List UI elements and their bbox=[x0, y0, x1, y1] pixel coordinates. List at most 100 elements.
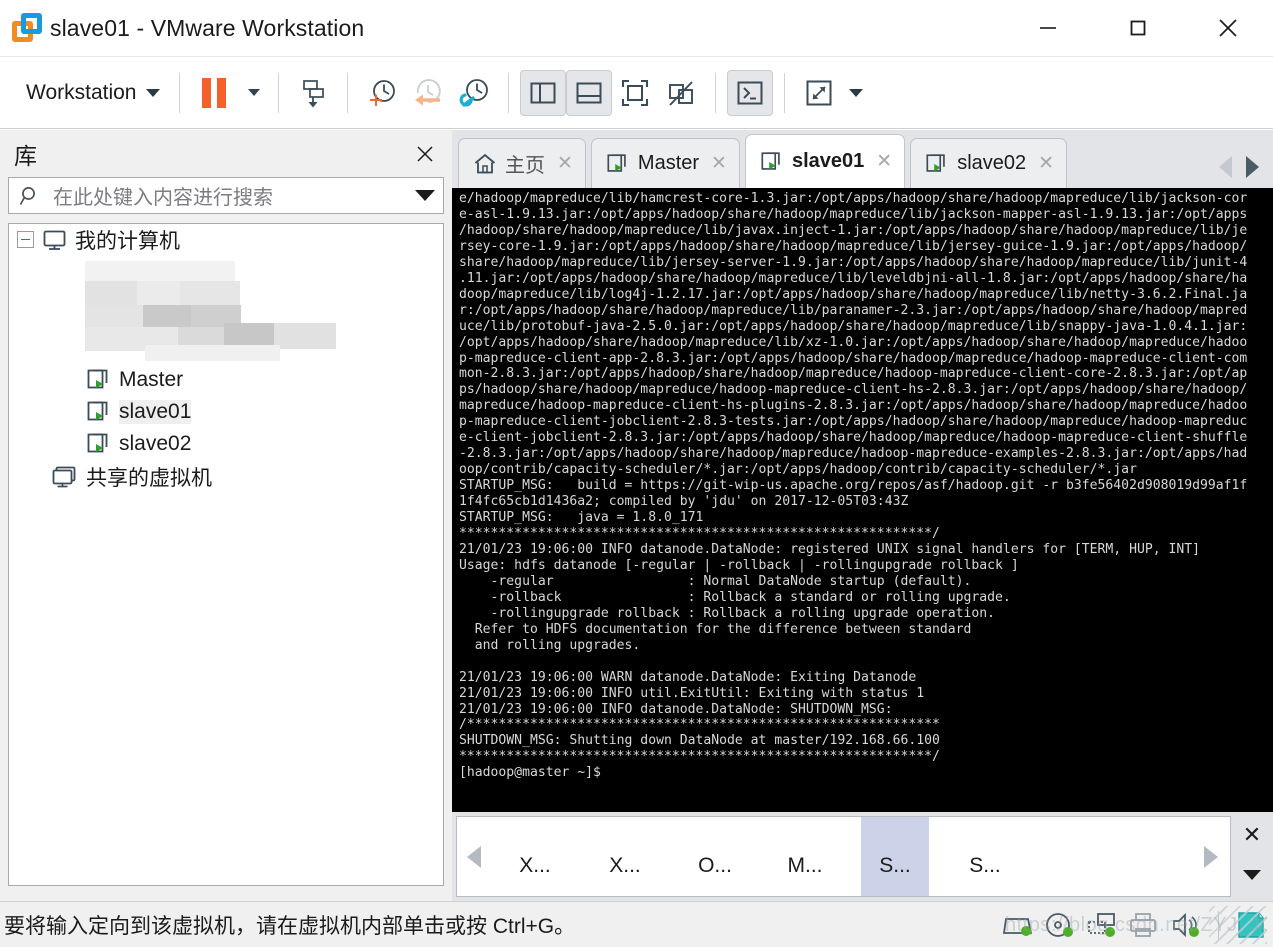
sidebar-item-master[interactable]: Master bbox=[9, 364, 443, 396]
close-icon[interactable]: ✕ bbox=[1243, 822, 1261, 848]
tab-master[interactable]: Master ✕ bbox=[590, 138, 740, 188]
send-ctrl-alt-del-button[interactable] bbox=[290, 70, 336, 116]
sound-card-status-icon[interactable] bbox=[1170, 911, 1202, 939]
panel-left-icon bbox=[530, 82, 555, 103]
tab-label: Master bbox=[637, 152, 700, 174]
close-icon[interactable]: ✕ bbox=[711, 152, 727, 175]
toolbar-divider bbox=[178, 72, 180, 113]
main-toolbar: Workstation bbox=[0, 57, 1273, 129]
collapse-minus-icon[interactable] bbox=[17, 231, 34, 248]
thumbnail-bar-controls: ✕ bbox=[1231, 812, 1273, 901]
tab-slave02[interactable]: slave02 ✕ bbox=[910, 138, 1068, 188]
close-icon[interactable]: ✕ bbox=[557, 152, 573, 175]
thumbnail-item[interactable]: M... bbox=[771, 817, 839, 896]
take-snapshot-button[interactable] bbox=[359, 70, 405, 116]
sidebar-item-slave02[interactable]: slave02 bbox=[9, 428, 443, 460]
console-view-button[interactable] bbox=[726, 69, 773, 116]
terminal-output: e/hadoop/mapreduce/lib/hamcrest-core-1.3… bbox=[459, 191, 1248, 781]
manage-snapshots-button[interactable] bbox=[451, 70, 497, 116]
triangle-right-icon[interactable] bbox=[1204, 845, 1218, 868]
maximize-button[interactable] bbox=[1093, 0, 1183, 57]
stretch-guest-button[interactable] bbox=[796, 70, 842, 116]
sidebar-item-label: 共享的虚拟机 bbox=[86, 467, 212, 490]
thumbnail-item[interactable]: S... bbox=[951, 817, 1019, 896]
sidebar-item-slave01[interactable]: slave01 bbox=[9, 396, 443, 428]
revert-snapshot-button[interactable] bbox=[405, 70, 451, 116]
enter-fullscreen-button[interactable] bbox=[612, 70, 658, 116]
vmware-workstation-window: slave01 - VMware Workstation Workstation bbox=[0, 0, 1273, 947]
library-title: 库 bbox=[14, 142, 37, 169]
close-icon[interactable]: ✕ bbox=[1038, 152, 1054, 175]
tab-label: 主页 bbox=[505, 155, 545, 177]
vmware-logo-icon bbox=[12, 13, 42, 43]
monitor-icon bbox=[43, 230, 66, 250]
thumbnail-item[interactable]: X... bbox=[501, 817, 569, 896]
search-icon bbox=[19, 186, 35, 205]
toolbar-divider bbox=[346, 72, 348, 113]
thumbnail-item-selected[interactable]: S... bbox=[861, 817, 929, 896]
thumbnail-bar: X... X... O... M... S... S... ✕ bbox=[452, 812, 1273, 901]
show-thumbnail-bar-button[interactable] bbox=[565, 69, 612, 116]
workstation-menu-button[interactable]: Workstation bbox=[18, 77, 168, 109]
thumbnail-item[interactable]: O... bbox=[681, 817, 749, 896]
library-sidebar: 库 在此处键入内容进行搜索 我的计算机 Master slave01 slave… bbox=[0, 130, 452, 901]
vm-running-icon bbox=[87, 401, 108, 421]
chevron-down-icon bbox=[247, 89, 260, 96]
clock-plus-icon bbox=[369, 79, 395, 106]
vm-running-icon bbox=[926, 153, 945, 172]
hard-disk-status-icon[interactable] bbox=[1002, 911, 1034, 939]
close-icon[interactable]: ✕ bbox=[876, 150, 892, 173]
pause-dropdown-button[interactable] bbox=[241, 70, 267, 116]
pause-vm-button[interactable] bbox=[191, 70, 237, 116]
tab-nav-controls bbox=[1219, 156, 1273, 188]
unity-mode-button[interactable] bbox=[658, 70, 704, 116]
fullscreen-icon bbox=[621, 79, 648, 106]
network-adapter-status-icon[interactable] bbox=[1086, 911, 1118, 939]
thumbnail-item[interactable]: X... bbox=[591, 817, 659, 896]
triangle-right-icon[interactable] bbox=[1246, 156, 1259, 178]
triangle-left-icon[interactable] bbox=[467, 845, 481, 868]
tree-root-my-computer[interactable]: 我的计算机 bbox=[9, 224, 443, 255]
panel-bottom-icon bbox=[576, 82, 601, 103]
triangle-left-icon[interactable] bbox=[1219, 156, 1232, 178]
library-header: 库 bbox=[0, 130, 452, 177]
chevron-down-icon[interactable] bbox=[415, 190, 435, 201]
cd-dvd-status-icon[interactable] bbox=[1044, 911, 1076, 939]
resize-grip[interactable] bbox=[1209, 906, 1267, 944]
vm-running-icon bbox=[607, 153, 626, 172]
sidebar-item-shared-vms[interactable]: 共享的虚拟机 bbox=[9, 460, 443, 494]
stretch-arrows-icon bbox=[806, 80, 831, 105]
snapshot-manager-icon bbox=[302, 79, 324, 107]
vm-running-icon bbox=[761, 151, 780, 170]
unity-disabled-icon bbox=[668, 80, 693, 106]
thumbnail-label: S... bbox=[969, 854, 1001, 877]
tab-slave01[interactable]: slave01 ✕ bbox=[744, 134, 906, 188]
chevron-down-icon bbox=[145, 88, 160, 97]
printer-status-icon[interactable] bbox=[1128, 911, 1160, 939]
search-placeholder: 在此处键入内容进行搜索 bbox=[53, 187, 273, 209]
status-message: 要将输入定向到该虚拟机，请在虚拟机内部单击或按 Ctrl+G。 bbox=[4, 914, 576, 938]
blurred-vm-entry bbox=[85, 261, 350, 361]
library-close-button[interactable] bbox=[410, 139, 440, 169]
tree-root-label: 我的计算机 bbox=[75, 229, 180, 253]
search-input[interactable]: 在此处键入内容进行搜索 bbox=[8, 177, 444, 214]
sidebar-item-label: slave02 bbox=[119, 432, 192, 455]
workstation-menu-label: Workstation bbox=[26, 80, 137, 104]
chevron-down-icon[interactable] bbox=[1243, 870, 1261, 880]
window-title: slave01 - VMware Workstation bbox=[50, 14, 365, 41]
vm-running-icon bbox=[87, 433, 108, 453]
thumbnail-label: S... bbox=[879, 854, 911, 877]
thumbnail-label: O... bbox=[698, 854, 732, 877]
library-search-wrap: 在此处键入内容进行搜索 bbox=[0, 177, 452, 214]
show-library-button[interactable] bbox=[519, 69, 566, 116]
toolbar-divider bbox=[714, 72, 716, 113]
library-tree[interactable]: 我的计算机 Master slave01 slave02 共享的虚拟机 bbox=[8, 223, 444, 886]
toolbar-divider bbox=[277, 72, 279, 113]
tab-home[interactable]: 主页 ✕ bbox=[458, 138, 586, 188]
minimize-button[interactable] bbox=[1003, 0, 1093, 57]
close-icon bbox=[417, 145, 433, 162]
clock-back-arrow-icon bbox=[414, 78, 441, 105]
tab-label: slave01 bbox=[791, 150, 865, 172]
close-button[interactable] bbox=[1183, 0, 1273, 57]
stretch-dropdown-button[interactable] bbox=[842, 70, 870, 116]
